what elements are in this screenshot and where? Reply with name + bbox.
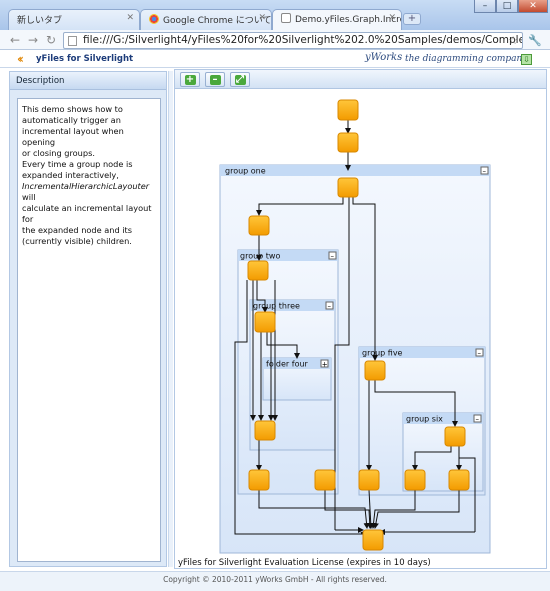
graph-node[interactable] — [404, 469, 426, 491]
graph-node[interactable] — [448, 469, 470, 491]
zoom-in-button[interactable]: + — [180, 72, 200, 87]
description-line: incremental layout when opening — [22, 126, 124, 147]
collapse-icon: – — [483, 167, 487, 175]
graph-node[interactable] — [248, 469, 270, 491]
address-bar[interactable]: file:///G:/Silverlight4/yFiles%20for%20S… — [63, 32, 523, 49]
tab-close-icon[interactable]: ✕ — [126, 13, 134, 23]
collapse-icon: – — [328, 302, 332, 310]
collapse-icon: – — [331, 252, 335, 260]
fit-content-icon: ⤢ — [234, 74, 246, 85]
graph-node[interactable] — [337, 99, 359, 121]
description-line: calculate an incremental layout for — [22, 203, 152, 224]
group-six-label: group six — [406, 415, 443, 424]
download-icon[interactable]: ⇩ — [521, 54, 532, 65]
graph-node[interactable] — [362, 529, 384, 551]
zoom-out-icon: – — [209, 75, 221, 85]
wrench-menu-icon[interactable]: 🔧 — [528, 34, 542, 48]
group-three-label: group three — [253, 302, 300, 311]
tab-label: Demo.yFiles.Graph.Increment — [295, 15, 401, 25]
back-arrow-icon[interactable]: ← — [8, 33, 22, 47]
description-line: the expanded node and its — [22, 225, 133, 235]
description-line: (currently visible) children. — [22, 236, 132, 246]
description-line: expanded interactively, — [22, 170, 119, 180]
tab-demo-active[interactable]: Demo.yFiles.Graph.Increment ✕ — [272, 9, 402, 30]
page-footer: Copyright © 2010-2011 yWorks GmbH - All … — [0, 571, 550, 591]
panel-splitter[interactable] — [168, 71, 173, 567]
license-text: yFiles for Silverlight Evaluation Licens… — [178, 558, 431, 568]
graph-node[interactable] — [444, 426, 466, 447]
graph-node[interactable] — [337, 132, 359, 153]
close-window-button[interactable]: ✕ — [518, 0, 548, 13]
minimize-button[interactable]: – — [474, 0, 496, 13]
yworks-logo: yWorks — [365, 52, 403, 63]
graph-node[interactable] — [247, 260, 269, 281]
folder-four-label: folder four — [266, 360, 309, 369]
graph-node[interactable] — [248, 215, 270, 236]
forward-arrow-icon[interactable]: → — [26, 33, 40, 47]
reload-icon[interactable]: ↻ — [44, 33, 58, 47]
group-one-label: group one — [225, 167, 266, 176]
graph-node[interactable] — [337, 177, 359, 198]
new-tab-button[interactable]: + — [403, 13, 421, 25]
description-line: Every time a group node is — [22, 159, 133, 169]
zoom-in-icon: + — [184, 74, 196, 85]
description-panel: Description This demo shows how to autom… — [9, 71, 167, 567]
expand-icon: + — [322, 361, 328, 369]
graph-node[interactable] — [254, 311, 276, 333]
page-icon — [68, 36, 77, 46]
maximize-button[interactable]: □ — [496, 0, 518, 13]
class-name: IncrementalHierarchicLayouter — [22, 181, 150, 191]
brand-title: yFiles for Silverlight — [36, 54, 134, 64]
description-line: This demo shows how to — [22, 104, 123, 114]
tab-close-icon[interactable]: ✕ — [388, 13, 396, 23]
description-title: Description — [10, 72, 166, 90]
graph-node[interactable] — [254, 420, 276, 441]
browser-tab-strip: 新しいタブ ✕ Google Chrome について ✕ Demo.yFiles… — [0, 0, 550, 30]
fit-content-button[interactable]: ⤢ — [230, 72, 250, 87]
description-line: automatically trigger an — [22, 115, 121, 125]
graph-node[interactable] — [314, 469, 336, 491]
address-text: file:///G:/Silverlight4/yFiles%20for%20S… — [83, 34, 523, 46]
tab-new-tab[interactable]: 新しいタブ ✕ — [8, 9, 140, 30]
double-chevron-left-icon[interactable]: ‹‹ — [17, 52, 24, 66]
group-five-label: group five — [362, 349, 403, 358]
folder-four[interactable]: folder four + — [262, 357, 332, 401]
graph-toolbar: + – ⤢ — [175, 70, 546, 89]
bookmark-star-icon[interactable]: ☆ — [508, 33, 518, 48]
description-line: or closing groups. — [22, 148, 95, 158]
graph-svg[interactable]: group one – group two – group three – fo… — [175, 90, 546, 556]
description-fragment: will — [22, 192, 36, 202]
description-line: IncrementalHierarchicLayouter will — [22, 181, 156, 203]
tab-close-icon[interactable]: ✕ — [258, 13, 266, 23]
collapse-icon: – — [476, 415, 480, 423]
graph-canvas[interactable]: group one – group two – group three – fo… — [175, 90, 546, 556]
description-text: This demo shows how to automatically tri… — [17, 98, 161, 562]
browser-toolbar: ← → ↻ file:///G:/Silverlight4/yFiles%20f… — [0, 30, 550, 50]
graph-node[interactable] — [364, 360, 386, 381]
tab-about-chrome[interactable]: Google Chrome について ✕ — [140, 9, 272, 30]
page-icon — [281, 13, 291, 23]
tagline: the diagramming company — [405, 54, 528, 64]
tab-label: 新しいタブ — [17, 16, 63, 26]
graph-node[interactable] — [358, 469, 380, 491]
tab-label: Google Chrome について — [163, 16, 272, 26]
graph-panel: + – ⤢ group one – group two – group thre… — [174, 69, 547, 569]
collapse-icon: – — [478, 349, 482, 357]
group-two-label: group two — [240, 252, 280, 261]
page-header: ‹‹ yFiles for Silverlight yWorks the dia… — [0, 51, 550, 68]
zoom-out-button[interactable]: – — [205, 72, 225, 87]
chrome-logo-icon — [149, 14, 159, 24]
